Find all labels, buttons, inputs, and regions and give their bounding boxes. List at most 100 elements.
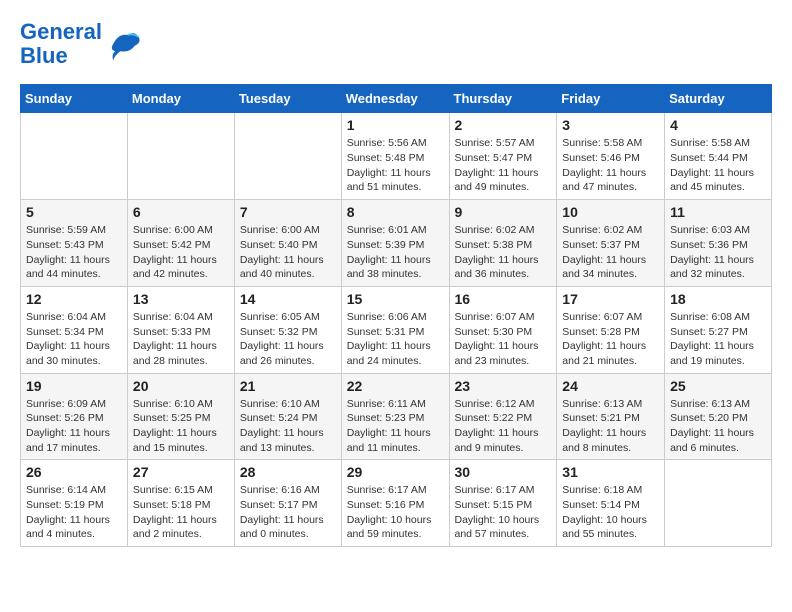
day-number: 11 bbox=[670, 204, 766, 220]
calendar-cell: 12 Sunrise: 6:04 AM Sunset: 5:34 PM Dayli… bbox=[21, 286, 128, 373]
calendar-cell: 7Sunrise: 6:00 AM Sunset: 5:40 PM Daylig… bbox=[234, 200, 341, 287]
col-header-wednesday: Wednesday bbox=[341, 85, 449, 113]
day-info: Sunrise: 6:07 AM Sunset: 5:28 PM Dayligh… bbox=[562, 310, 659, 369]
day-info: Sunrise: 6:01 AM Sunset: 5:39 PM Dayligh… bbox=[347, 223, 444, 282]
calendar-week-row: 1Sunrise: 5:56 AM Sunset: 5:48 PM Daylig… bbox=[21, 113, 772, 200]
calendar-cell: 27 Sunrise: 6:15 AM Sunset: 5:18 PM Dayli… bbox=[127, 460, 234, 547]
day-number: 10 bbox=[562, 204, 659, 220]
day-number: 9 bbox=[455, 204, 552, 220]
calendar-header-row: SundayMondayTuesdayWednesdayThursdayFrid… bbox=[21, 85, 772, 113]
day-number: 28 bbox=[240, 464, 336, 480]
calendar-cell: 29 Sunrise: 6:17 AM Sunset: 5:16 PM Dayli… bbox=[341, 460, 449, 547]
calendar-cell: 23 Sunrise: 6:12 AM Sunset: 5:22 PM Dayli… bbox=[449, 373, 557, 460]
calendar-cell: 13 Sunrise: 6:04 AM Sunset: 5:33 PM Dayli… bbox=[127, 286, 234, 373]
calendar-week-row: 12 Sunrise: 6:04 AM Sunset: 5:34 PM Dayli… bbox=[21, 286, 772, 373]
day-number: 14 bbox=[240, 291, 336, 307]
logo-bird-icon bbox=[106, 26, 142, 62]
day-info: Sunrise: 6:09 AM Sunset: 5:26 PM Dayligh… bbox=[26, 397, 122, 456]
day-info: Sunrise: 6:13 AM Sunset: 5:21 PM Dayligh… bbox=[562, 397, 659, 456]
day-info: Sunrise: 6:17 AM Sunset: 5:16 PM Dayligh… bbox=[347, 483, 444, 542]
day-number: 16 bbox=[455, 291, 552, 307]
day-info: Sunrise: 6:00 AM Sunset: 5:42 PM Dayligh… bbox=[133, 223, 229, 282]
day-info: Sunrise: 6:04 AM Sunset: 5:33 PM Dayligh… bbox=[133, 310, 229, 369]
day-info: Sunrise: 6:18 AM Sunset: 5:14 PM Dayligh… bbox=[562, 483, 659, 542]
page-header: General Blue bbox=[20, 20, 772, 68]
day-info: Sunrise: 6:16 AM Sunset: 5:17 PM Dayligh… bbox=[240, 483, 336, 542]
calendar-cell: 17 Sunrise: 6:07 AM Sunset: 5:28 PM Dayli… bbox=[557, 286, 665, 373]
day-info: Sunrise: 6:10 AM Sunset: 5:25 PM Dayligh… bbox=[133, 397, 229, 456]
day-info: Sunrise: 5:59 AM Sunset: 5:43 PM Dayligh… bbox=[26, 223, 122, 282]
day-info: Sunrise: 6:00 AM Sunset: 5:40 PM Dayligh… bbox=[240, 223, 336, 282]
day-number: 13 bbox=[133, 291, 229, 307]
calendar-cell bbox=[21, 113, 128, 200]
logo: General Blue bbox=[20, 20, 142, 68]
day-number: 24 bbox=[562, 378, 659, 394]
col-header-saturday: Saturday bbox=[665, 85, 772, 113]
day-number: 1 bbox=[347, 117, 444, 133]
calendar-cell: 28 Sunrise: 6:16 AM Sunset: 5:17 PM Dayli… bbox=[234, 460, 341, 547]
day-number: 29 bbox=[347, 464, 444, 480]
day-info: Sunrise: 6:04 AM Sunset: 5:34 PM Dayligh… bbox=[26, 310, 122, 369]
calendar-cell: 6 Sunrise: 6:00 AM Sunset: 5:42 PM Daylig… bbox=[127, 200, 234, 287]
calendar-cell: 9 Sunrise: 6:02 AM Sunset: 5:38 PM Daylig… bbox=[449, 200, 557, 287]
calendar-cell: 30Sunrise: 6:17 AM Sunset: 5:15 PM Dayli… bbox=[449, 460, 557, 547]
col-header-thursday: Thursday bbox=[449, 85, 557, 113]
day-info: Sunrise: 6:03 AM Sunset: 5:36 PM Dayligh… bbox=[670, 223, 766, 282]
day-number: 18 bbox=[670, 291, 766, 307]
day-info: Sunrise: 5:58 AM Sunset: 5:44 PM Dayligh… bbox=[670, 136, 766, 195]
day-number: 8 bbox=[347, 204, 444, 220]
calendar-cell: 20Sunrise: 6:10 AM Sunset: 5:25 PM Dayli… bbox=[127, 373, 234, 460]
day-number: 3 bbox=[562, 117, 659, 133]
day-number: 5 bbox=[26, 204, 122, 220]
col-header-sunday: Sunday bbox=[21, 85, 128, 113]
calendar-cell: 22 Sunrise: 6:11 AM Sunset: 5:23 PM Dayli… bbox=[341, 373, 449, 460]
calendar-cell: 24 Sunrise: 6:13 AM Sunset: 5:21 PM Dayli… bbox=[557, 373, 665, 460]
calendar-cell: 3 Sunrise: 5:58 AM Sunset: 5:46 PM Daylig… bbox=[557, 113, 665, 200]
calendar-cell: 31 Sunrise: 6:18 AM Sunset: 5:14 PM Dayli… bbox=[557, 460, 665, 547]
calendar-cell: 21 Sunrise: 6:10 AM Sunset: 5:24 PM Dayli… bbox=[234, 373, 341, 460]
day-number: 17 bbox=[562, 291, 659, 307]
day-info: Sunrise: 6:02 AM Sunset: 5:38 PM Dayligh… bbox=[455, 223, 552, 282]
calendar-cell: 10 Sunrise: 6:02 AM Sunset: 5:37 PM Dayli… bbox=[557, 200, 665, 287]
calendar-cell: 15 Sunrise: 6:06 AM Sunset: 5:31 PM Dayli… bbox=[341, 286, 449, 373]
calendar-cell: 8 Sunrise: 6:01 AM Sunset: 5:39 PM Daylig… bbox=[341, 200, 449, 287]
col-header-tuesday: Tuesday bbox=[234, 85, 341, 113]
day-info: Sunrise: 5:57 AM Sunset: 5:47 PM Dayligh… bbox=[455, 136, 552, 195]
day-number: 26 bbox=[26, 464, 122, 480]
calendar-cell bbox=[127, 113, 234, 200]
day-number: 6 bbox=[133, 204, 229, 220]
day-info: Sunrise: 6:06 AM Sunset: 5:31 PM Dayligh… bbox=[347, 310, 444, 369]
day-info: Sunrise: 6:12 AM Sunset: 5:22 PM Dayligh… bbox=[455, 397, 552, 456]
day-info: Sunrise: 6:14 AM Sunset: 5:19 PM Dayligh… bbox=[26, 483, 122, 542]
calendar-week-row: 19 Sunrise: 6:09 AM Sunset: 5:26 PM Dayli… bbox=[21, 373, 772, 460]
calendar-table: SundayMondayTuesdayWednesdayThursdayFrid… bbox=[20, 84, 772, 547]
calendar-cell: 1Sunrise: 5:56 AM Sunset: 5:48 PM Daylig… bbox=[341, 113, 449, 200]
calendar-cell: 19 Sunrise: 6:09 AM Sunset: 5:26 PM Dayli… bbox=[21, 373, 128, 460]
day-number: 19 bbox=[26, 378, 122, 394]
day-number: 27 bbox=[133, 464, 229, 480]
day-info: Sunrise: 6:15 AM Sunset: 5:18 PM Dayligh… bbox=[133, 483, 229, 542]
calendar-cell: 4 Sunrise: 5:58 AM Sunset: 5:44 PM Daylig… bbox=[665, 113, 772, 200]
calendar-cell: 2 Sunrise: 5:57 AM Sunset: 5:47 PM Daylig… bbox=[449, 113, 557, 200]
day-number: 12 bbox=[26, 291, 122, 307]
day-number: 15 bbox=[347, 291, 444, 307]
day-number: 25 bbox=[670, 378, 766, 394]
day-number: 23 bbox=[455, 378, 552, 394]
day-number: 4 bbox=[670, 117, 766, 133]
calendar-cell: 14Sunrise: 6:05 AM Sunset: 5:32 PM Dayli… bbox=[234, 286, 341, 373]
day-info: Sunrise: 6:07 AM Sunset: 5:30 PM Dayligh… bbox=[455, 310, 552, 369]
day-info: Sunrise: 5:58 AM Sunset: 5:46 PM Dayligh… bbox=[562, 136, 659, 195]
day-number: 2 bbox=[455, 117, 552, 133]
day-number: 21 bbox=[240, 378, 336, 394]
calendar-cell: 16 Sunrise: 6:07 AM Sunset: 5:30 PM Dayli… bbox=[449, 286, 557, 373]
day-number: 22 bbox=[347, 378, 444, 394]
calendar-cell bbox=[665, 460, 772, 547]
logo-text2: Blue bbox=[20, 44, 102, 68]
day-number: 31 bbox=[562, 464, 659, 480]
day-info: Sunrise: 6:10 AM Sunset: 5:24 PM Dayligh… bbox=[240, 397, 336, 456]
day-info: Sunrise: 6:02 AM Sunset: 5:37 PM Dayligh… bbox=[562, 223, 659, 282]
day-info: Sunrise: 6:11 AM Sunset: 5:23 PM Dayligh… bbox=[347, 397, 444, 456]
col-header-monday: Monday bbox=[127, 85, 234, 113]
col-header-friday: Friday bbox=[557, 85, 665, 113]
calendar-cell: 18Sunrise: 6:08 AM Sunset: 5:27 PM Dayli… bbox=[665, 286, 772, 373]
